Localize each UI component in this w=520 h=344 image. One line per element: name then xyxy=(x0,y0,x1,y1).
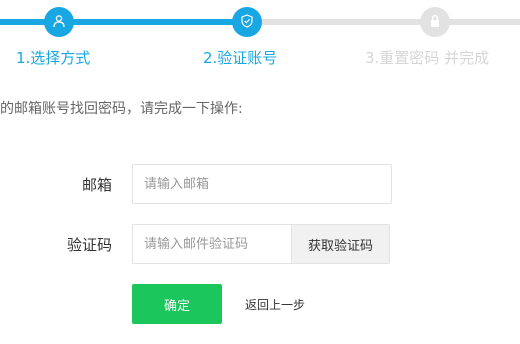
email-label: 邮箱 xyxy=(81,176,112,194)
back-link[interactable]: 返回上一步 xyxy=(245,296,305,313)
verification-code-input[interactable] xyxy=(132,224,292,264)
progress-steps: 1.选择方式 2.验证账号 3.重置密码 并完成 xyxy=(0,0,520,70)
verification-code-label: 验证码 xyxy=(66,236,112,254)
progress-bar-remaining xyxy=(248,19,520,25)
get-code-button[interactable]: 获取验证码 xyxy=(291,224,390,264)
user-icon xyxy=(52,13,66,32)
progress-bar-completed xyxy=(0,19,248,25)
shield-icon xyxy=(240,13,254,32)
confirm-button[interactable]: 确定 xyxy=(132,284,222,324)
instruction-text: 的邮箱账号找回密码，请完成一下操作: xyxy=(0,101,243,117)
step-1-circle xyxy=(44,7,74,37)
step-3-circle xyxy=(420,7,450,37)
step-1-label: 1.选择方式 xyxy=(16,49,91,67)
email-input[interactable] xyxy=(132,164,392,204)
lock-icon xyxy=(428,13,442,32)
step-3-label: 3.重置密码 并完成 xyxy=(365,49,490,67)
step-2-label: 2.验证账号 xyxy=(203,49,278,67)
step-2-circle xyxy=(232,7,262,37)
